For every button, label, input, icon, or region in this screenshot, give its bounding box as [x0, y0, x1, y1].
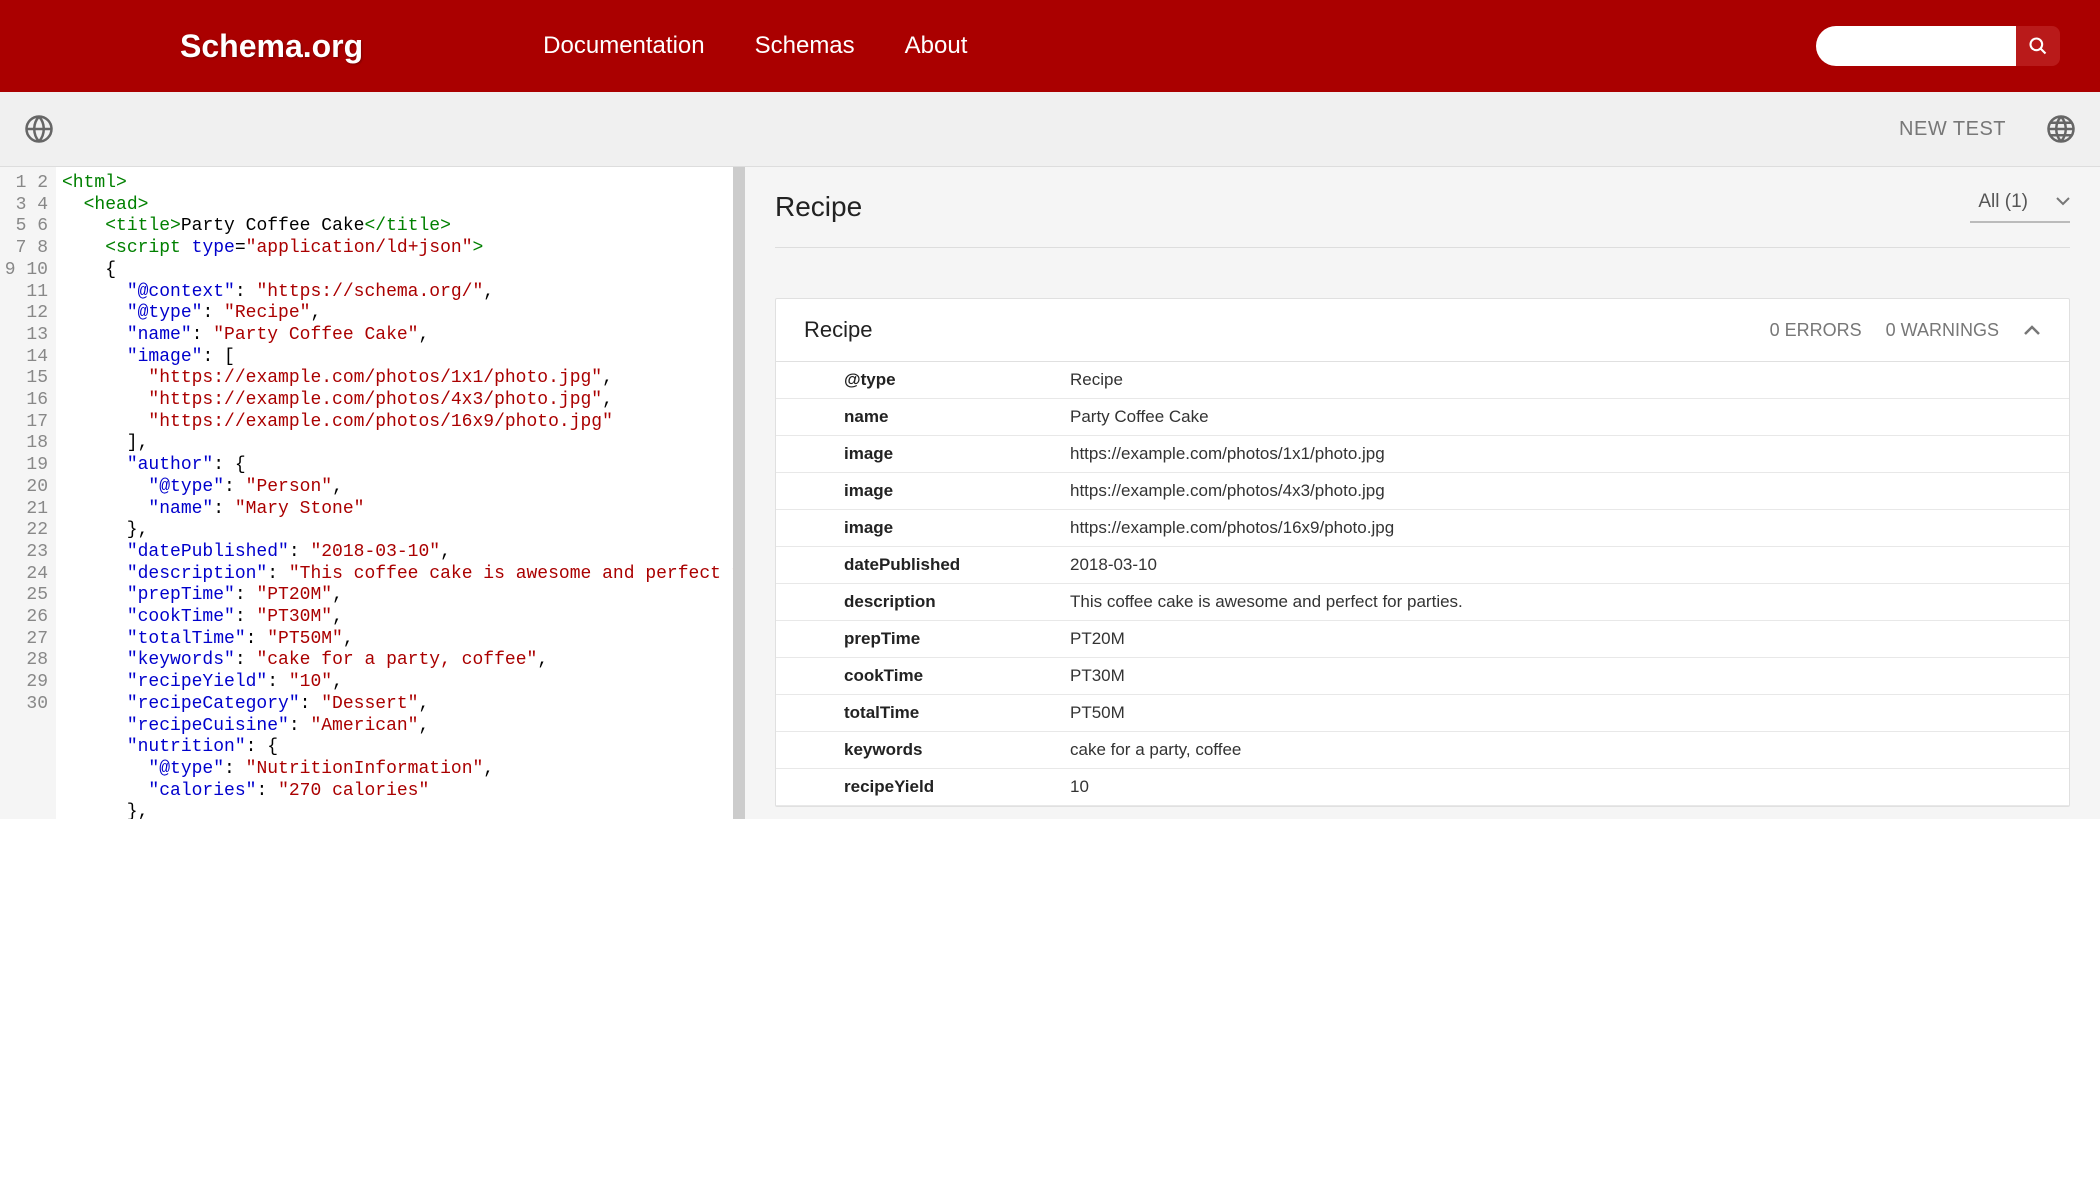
property-row[interactable]: imagehttps://example.com/photos/1x1/phot… [776, 436, 2069, 473]
nav: Documentation Schemas About [543, 32, 1816, 60]
property-key: prepTime [776, 621, 1060, 657]
property-value: PT20M [1060, 621, 2069, 657]
card-header[interactable]: Recipe 0 ERRORS 0 WARNINGS [776, 299, 2069, 362]
search-input[interactable] [1816, 26, 2016, 66]
property-value: https://example.com/photos/16x9/photo.jp… [1060, 510, 2069, 546]
property-key: image [776, 436, 1060, 472]
search [1816, 26, 2060, 66]
chevron-up-icon[interactable] [2023, 324, 2041, 336]
main: 1 2 3 4 5 6 7 8 9 10 11 12 13 14 15 16 1… [0, 167, 2100, 819]
search-icon [2028, 36, 2048, 56]
property-value: cake for a party, coffee [1060, 732, 2069, 768]
warning-count: 0 WARNINGS [1886, 320, 1999, 341]
property-value: https://example.com/photos/4x3/photo.jpg [1060, 473, 2069, 509]
property-key: recipeYield [776, 769, 1060, 805]
property-key: name [776, 399, 1060, 435]
property-value: PT50M [1060, 695, 2069, 731]
property-row[interactable]: keywordscake for a party, coffee [776, 732, 2069, 769]
property-key: image [776, 510, 1060, 546]
results-title: Recipe [775, 191, 862, 223]
property-row[interactable]: totalTimePT50M [776, 695, 2069, 732]
language-icon[interactable] [2046, 114, 2076, 144]
property-key: image [776, 473, 1060, 509]
property-value: https://example.com/photos/1x1/photo.jpg [1060, 436, 2069, 472]
header: Schema.org Documentation Schemas About [0, 0, 2100, 92]
card-title: Recipe [804, 317, 872, 343]
property-key: @type [776, 362, 1060, 398]
property-key: datePublished [776, 547, 1060, 583]
property-row[interactable]: imagehttps://example.com/photos/16x9/pho… [776, 510, 2069, 547]
property-value: 2018-03-10 [1060, 547, 2069, 583]
property-key: description [776, 584, 1060, 620]
code-content[interactable]: <html> <head> <title>Party Coffee Cake</… [56, 167, 733, 819]
chevron-down-icon [2056, 197, 2070, 207]
nav-schemas[interactable]: Schemas [755, 32, 855, 60]
new-test-button[interactable]: NEW TEST [1899, 118, 2006, 141]
property-value: Recipe [1060, 362, 2069, 398]
property-key: keywords [776, 732, 1060, 768]
result-card: Recipe 0 ERRORS 0 WARNINGS @typeRecipena… [775, 298, 2070, 807]
property-row[interactable]: prepTimePT20M [776, 621, 2069, 658]
property-value: PT30M [1060, 658, 2069, 694]
globe-icon[interactable] [24, 114, 54, 144]
results-filter[interactable]: All (1) [1970, 191, 2070, 223]
results-panel: Recipe All (1) Recipe 0 ERRORS 0 WARNING… [745, 167, 2100, 819]
property-value: Party Coffee Cake [1060, 399, 2069, 435]
search-button[interactable] [2016, 26, 2060, 66]
property-value: This coffee cake is awesome and perfect … [1060, 584, 2069, 620]
property-list: @typeRecipenameParty Coffee Cakeimagehtt… [776, 362, 2069, 806]
subbar: NEW TEST [0, 92, 2100, 167]
property-row[interactable]: @typeRecipe [776, 362, 2069, 399]
property-row[interactable]: imagehttps://example.com/photos/4x3/phot… [776, 473, 2069, 510]
card-stats: 0 ERRORS 0 WARNINGS [1770, 320, 2041, 341]
code-editor[interactable]: 1 2 3 4 5 6 7 8 9 10 11 12 13 14 15 16 1… [0, 167, 745, 819]
logo[interactable]: Schema.org [180, 28, 363, 65]
property-value: 10 [1060, 769, 2069, 805]
nav-documentation[interactable]: Documentation [543, 32, 704, 60]
property-row[interactable]: descriptionThis coffee cake is awesome a… [776, 584, 2069, 621]
property-row[interactable]: nameParty Coffee Cake [776, 399, 2069, 436]
property-row[interactable]: recipeYield10 [776, 769, 2069, 806]
property-key: totalTime [776, 695, 1060, 731]
filter-label: All (1) [1978, 191, 2028, 213]
property-key: cookTime [776, 658, 1060, 694]
error-count: 0 ERRORS [1770, 320, 1862, 341]
results-header: Recipe All (1) [775, 191, 2070, 248]
property-row[interactable]: cookTimePT30M [776, 658, 2069, 695]
nav-about[interactable]: About [905, 32, 968, 60]
line-numbers: 1 2 3 4 5 6 7 8 9 10 11 12 13 14 15 16 1… [0, 167, 56, 819]
property-row[interactable]: datePublished2018-03-10 [776, 547, 2069, 584]
